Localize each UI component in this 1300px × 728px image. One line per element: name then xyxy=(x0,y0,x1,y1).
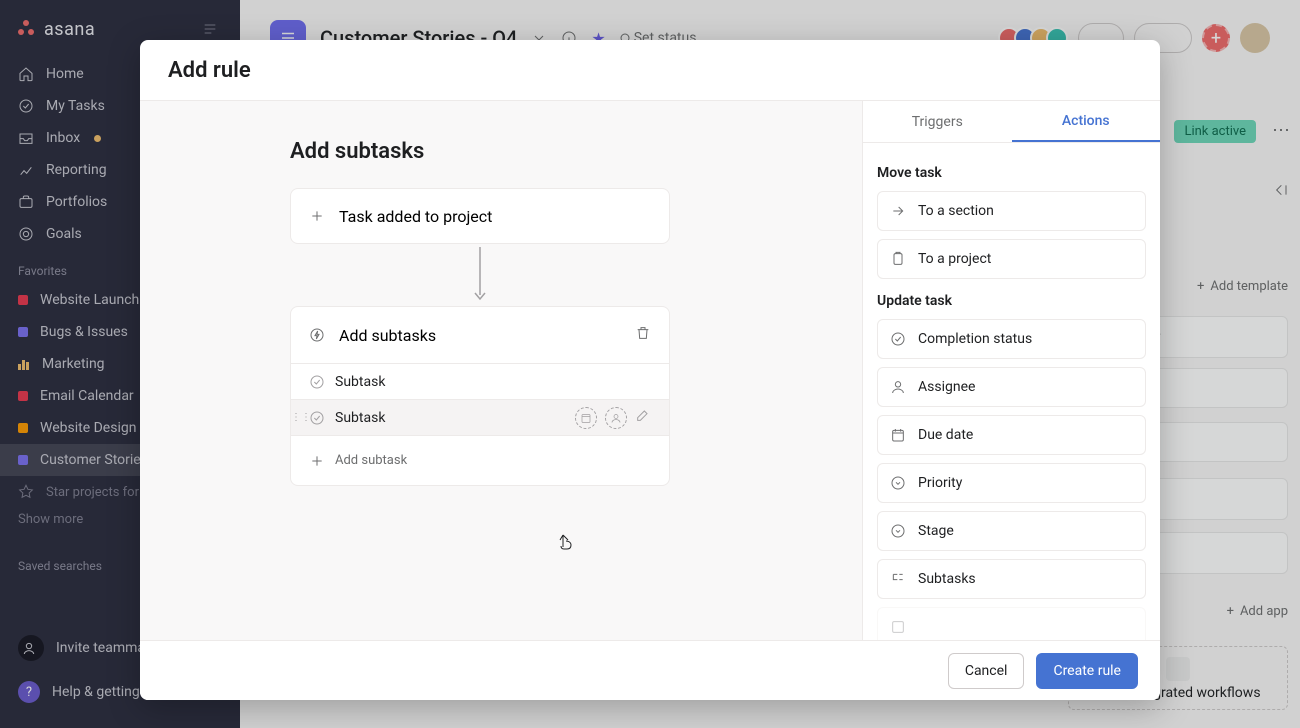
rule-canvas: Add subtasks Task added to project Add s… xyxy=(140,101,862,640)
action-to-project[interactable]: To a project xyxy=(877,239,1146,279)
action-label: Subtasks xyxy=(918,571,976,587)
placeholder-icon xyxy=(890,619,906,635)
clipboard-icon xyxy=(890,251,906,267)
tab-actions[interactable]: Actions xyxy=(1012,101,1161,142)
tab-actions-label: Actions xyxy=(1062,113,1110,129)
action-label: Due date xyxy=(918,427,973,443)
trigger-label: Task added to project xyxy=(339,207,492,226)
action-stage[interactable]: Stage xyxy=(877,511,1146,551)
canvas-title: Add subtasks xyxy=(290,139,802,164)
action-label: Completion status xyxy=(918,331,1032,347)
action-label: To a section xyxy=(918,203,994,219)
add-subtask-button[interactable]: Add subtask xyxy=(291,435,669,485)
chevron-circle-icon xyxy=(890,523,906,539)
action-assignee[interactable]: Assignee xyxy=(877,367,1146,407)
add-subtask-label: Add subtask xyxy=(335,453,407,468)
subtask-label: Subtask xyxy=(335,410,385,426)
action-label xyxy=(918,619,921,635)
action-cutoff[interactable] xyxy=(877,607,1146,640)
plus-icon xyxy=(309,208,325,224)
delete-action-button[interactable] xyxy=(635,325,651,345)
check-circle-icon[interactable] xyxy=(309,374,325,390)
due-date-icon[interactable] xyxy=(575,407,597,429)
action-priority[interactable]: Priority xyxy=(877,463,1146,503)
tab-triggers-label: Triggers xyxy=(912,114,963,130)
close-icon[interactable] xyxy=(1114,59,1132,82)
action-completion-status[interactable]: Completion status xyxy=(877,319,1146,359)
subtask-row[interactable]: Subtask xyxy=(291,363,669,399)
check-circle-icon[interactable] xyxy=(309,410,325,426)
trigger-card[interactable]: Task added to project xyxy=(290,188,670,244)
add-rule-modal: Add rule Add subtasks Task added to proj… xyxy=(140,40,1160,700)
modal-footer: Cancel Create rule xyxy=(140,640,1160,700)
action-label: Stage xyxy=(918,523,954,539)
person-icon xyxy=(890,379,906,395)
section-move-task: Move task xyxy=(877,165,1146,181)
action-label: To a project xyxy=(918,251,991,267)
action-to-section[interactable]: To a section xyxy=(877,191,1146,231)
action-label: Priority xyxy=(918,475,962,491)
cursor-pointer-icon xyxy=(558,533,574,555)
actions-panel: Triggers Actions Move task To a section … xyxy=(862,101,1160,640)
check-circle-icon xyxy=(890,331,906,347)
calendar-icon xyxy=(890,427,906,443)
lightning-icon xyxy=(309,327,325,343)
tab-triggers[interactable]: Triggers xyxy=(863,101,1012,142)
action-due-date[interactable]: Due date xyxy=(877,415,1146,455)
drag-handle-icon[interactable]: ⋮⋮ xyxy=(291,412,311,423)
action-card: Add subtasks Subtask ⋮⋮ Subtask xyxy=(290,306,670,486)
subtasks-icon xyxy=(890,571,906,587)
create-label: Create rule xyxy=(1053,663,1121,679)
edit-icon[interactable] xyxy=(635,407,651,429)
flow-arrow xyxy=(290,244,670,306)
chevron-circle-icon xyxy=(890,475,906,491)
cancel-button[interactable]: Cancel xyxy=(948,653,1025,689)
plus-icon xyxy=(309,453,325,469)
subtask-label: Subtask xyxy=(335,374,385,390)
action-header-label: Add subtasks xyxy=(339,326,436,345)
subtask-row[interactable]: ⋮⋮ Subtask xyxy=(291,399,669,435)
assignee-icon[interactable] xyxy=(605,407,627,429)
cancel-label: Cancel xyxy=(965,663,1008,679)
modal-title: Add rule xyxy=(168,58,251,83)
create-rule-button[interactable]: Create rule xyxy=(1036,653,1138,689)
section-update-task: Update task xyxy=(877,293,1146,309)
action-label: Assignee xyxy=(918,379,975,395)
arrow-right-icon xyxy=(890,203,906,219)
action-subtasks[interactable]: Subtasks xyxy=(877,559,1146,599)
